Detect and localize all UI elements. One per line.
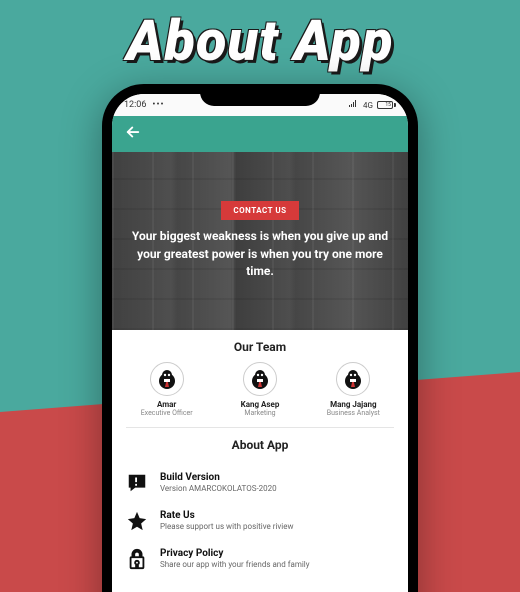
back-arrow-icon[interactable] [124, 123, 142, 146]
member-name: Amar [157, 400, 176, 409]
member-role: Marketing [244, 409, 275, 417]
battery-icon: 15 [377, 101, 396, 109]
promo-title: About App [0, 8, 520, 74]
about-item-sub: Share our app with your friends and fami… [160, 560, 310, 569]
team-member[interactable]: Kang Asep Marketing [214, 362, 306, 417]
member-name: Kang Asep [241, 400, 280, 409]
about-item-label: Privacy Policy [160, 548, 310, 559]
about-item-build-version[interactable]: Build Version Version AMARCOKOLATOS-2020 [126, 464, 394, 502]
about-item-rate-us[interactable]: Rate Us Please support us with positive … [126, 502, 394, 540]
team-member[interactable]: Amar Executive Officer [120, 362, 212, 417]
about-item-privacy-policy[interactable]: Privacy Policy Share our app with your f… [126, 540, 394, 578]
about-list: Build Version Version AMARCOKOLATOS-2020… [112, 460, 408, 592]
promo-backdrop: About App 12:06 ••• 4G 15 [0, 0, 520, 592]
status-time: 12:06 [124, 100, 146, 110]
hero-quote: Your biggest weakness is when you give u… [130, 228, 390, 280]
phone-frame: 12:06 ••• 4G 15 C [102, 84, 418, 592]
member-name: Mang Jajang [330, 400, 377, 409]
team-member[interactable]: Mang Jajang Business Analyst [307, 362, 399, 417]
about-item-label: Rate Us [160, 510, 294, 521]
about-heading: About App [112, 428, 408, 460]
star-icon [126, 510, 148, 532]
status-more-icon: ••• [152, 100, 164, 110]
battery-pct: 15 [385, 103, 391, 108]
member-role: Business Analyst [327, 409, 380, 417]
about-item-sub: Please support us with positive riview [160, 522, 294, 531]
network-label: 4G [363, 101, 373, 110]
hero-section: CONTACT US Your biggest weakness is when… [112, 152, 408, 330]
about-item-sub: Version AMARCOKOLATOS-2020 [160, 484, 277, 493]
avatar-icon [150, 362, 184, 396]
about-item-label: Build Version [160, 472, 277, 483]
member-role: Executive Officer [141, 409, 193, 417]
phone-screen: 12:06 ••• 4G 15 C [112, 94, 408, 592]
message-alert-icon [126, 472, 148, 494]
avatar-icon [243, 362, 277, 396]
team-heading: Our Team [112, 330, 408, 362]
lock-icon [126, 548, 148, 570]
contact-us-button[interactable]: CONTACT US [221, 201, 298, 220]
content-area: Our Team Amar Executive Officer Kang Ase [112, 330, 408, 592]
avatar-icon [336, 362, 370, 396]
team-row: Amar Executive Officer Kang Asep Marketi… [112, 362, 408, 427]
phone-notch [200, 84, 320, 106]
app-bar [112, 116, 408, 152]
signal-icon [349, 100, 359, 111]
